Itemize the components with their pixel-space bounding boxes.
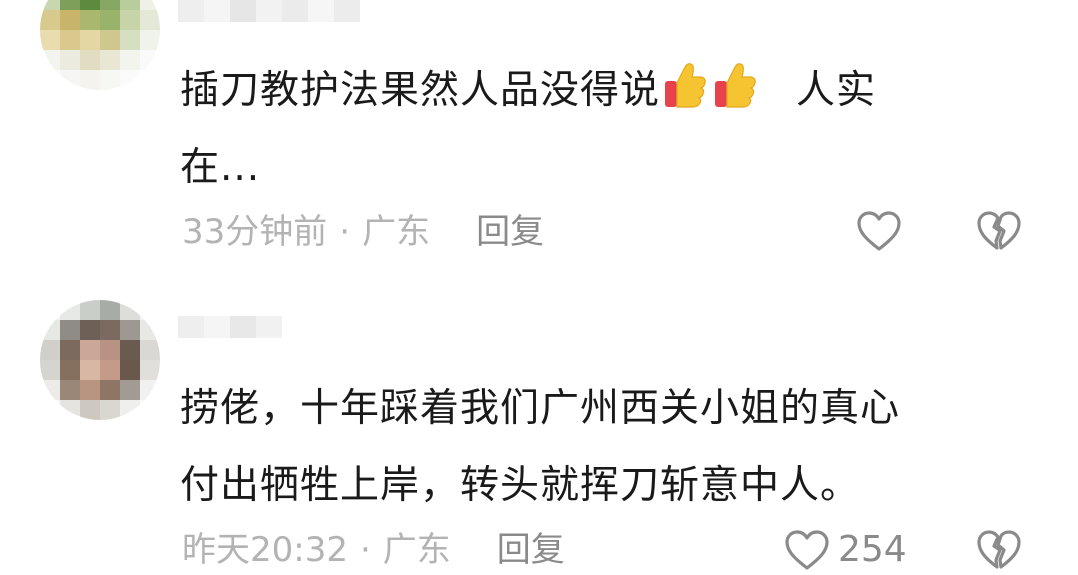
comment-location: 广东	[382, 530, 451, 570]
comment-text-line: 在...	[180, 145, 261, 190]
comment-location: 广东	[362, 212, 431, 252]
comment-text-line: 插刀教护法果然人品没得说 人实	[180, 52, 876, 129]
comment-text-line: 捞佬，十年踩着我们广州西关小姐的真心	[180, 386, 901, 431]
like-count: 254	[838, 529, 907, 570]
username-redacted[interactable]	[178, 0, 360, 22]
like-button[interactable]	[856, 207, 910, 255]
comment-text: 捞佬，十年踩着我们广州西关小姐的真心 付出牺牲上岸，转头就挥刀斩意中人。	[180, 370, 900, 524]
meta-separator: ·	[339, 212, 351, 252]
comment-meta: 33分钟前 · 广东 回复	[182, 212, 544, 252]
comment-text: 插刀教护法果然人品没得说 人实 在...	[180, 52, 876, 206]
meta-separator: ·	[359, 530, 371, 570]
reply-button[interactable]: 回复	[497, 530, 565, 570]
reply-button[interactable]: 回复	[476, 212, 544, 252]
thumbs-up-icon	[713, 61, 757, 111]
broken-heart-icon	[976, 210, 1022, 252]
dislike-button[interactable]	[976, 526, 1022, 574]
username-redacted[interactable]	[178, 316, 282, 338]
like-button[interactable]: 254	[784, 526, 907, 574]
comment-list: 插刀教护法果然人品没得说 人实 在... 33分钟前 · 广东 回复 捞佬，十年…	[0, 0, 1078, 575]
avatar[interactable]	[40, 0, 160, 90]
comment-text-line: 付出牺牲上岸，转头就挥刀斩意中人。	[180, 463, 861, 508]
comment-time: 昨天20:32	[182, 530, 348, 570]
heart-icon	[856, 210, 902, 252]
dislike-button[interactable]	[976, 207, 1022, 255]
comment-meta: 昨天20:32 · 广东 回复	[182, 530, 565, 570]
heart-icon	[784, 529, 830, 571]
avatar[interactable]	[40, 300, 160, 420]
comment-time: 33分钟前	[182, 212, 328, 252]
thumbs-up-icon	[663, 61, 707, 111]
broken-heart-icon	[976, 529, 1022, 571]
